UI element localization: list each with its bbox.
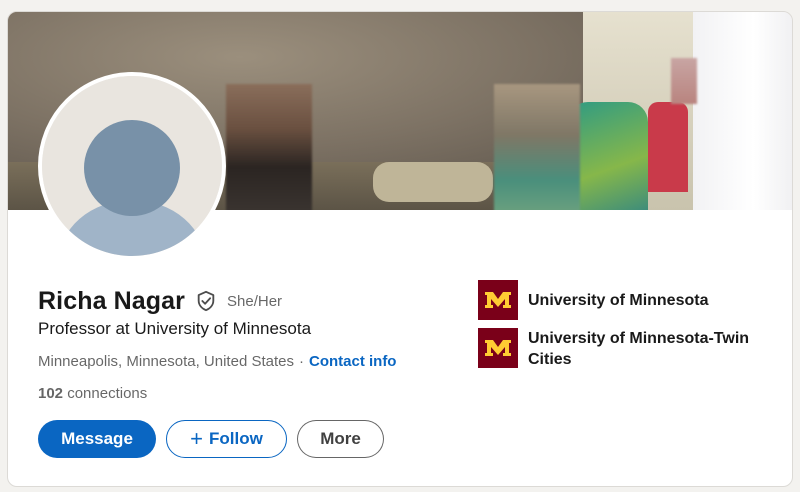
cover-photo-region <box>568 102 648 210</box>
umn-m-logo-icon <box>478 280 518 320</box>
message-button-label: Message <box>61 429 133 448</box>
location: Minneapolis, Minnesota, United States <box>38 353 294 370</box>
action-buttons: Message + Follow More <box>38 420 384 458</box>
cover-photo-region <box>373 162 493 202</box>
organizations-list: University of Minnesota University of Mi… <box>478 280 778 378</box>
organization-name: University of Minnesota-Twin Cities <box>528 330 750 368</box>
cover-photo-region <box>693 12 792 210</box>
more-button[interactable]: More <box>297 420 384 458</box>
blurred-face <box>494 84 580 210</box>
separator-dot: · <box>298 353 304 370</box>
location-row: Minneapolis, Minnesota, United States · … <box>38 353 396 370</box>
follow-button[interactable]: + Follow <box>166 420 287 458</box>
message-button[interactable]: Message <box>38 420 156 458</box>
umn-m-logo-icon <box>478 328 518 368</box>
pronouns: She/Her <box>227 292 283 310</box>
blurred-face <box>671 58 697 104</box>
organization-name: University of Minnesota <box>528 292 709 309</box>
default-person-avatar-icon <box>42 76 222 256</box>
blurred-face <box>226 84 312 210</box>
organization-item[interactable]: University of Minnesota-Twin Cities <box>478 328 778 370</box>
organization-item[interactable]: University of Minnesota <box>478 280 778 320</box>
connections-number: 102 <box>38 385 64 402</box>
headline: Professor at University of Minnesota <box>38 319 312 338</box>
profile-card: Richa Nagar She/Her Professor at Univers… <box>7 11 793 487</box>
more-button-label: More <box>320 429 361 448</box>
connections-label: connections <box>67 385 148 402</box>
connections-count[interactable]: 102 connections <box>38 385 147 402</box>
profile-avatar[interactable] <box>38 72 226 260</box>
plus-icon: + <box>190 426 204 451</box>
profile-name: Richa Nagar <box>38 286 185 315</box>
contact-info-link[interactable]: Contact info <box>309 353 397 370</box>
cover-photo-region <box>648 102 688 192</box>
name-row: Richa Nagar She/Her <box>38 284 282 318</box>
shield-check-icon[interactable] <box>195 289 217 313</box>
follow-button-label: Follow <box>209 429 263 448</box>
